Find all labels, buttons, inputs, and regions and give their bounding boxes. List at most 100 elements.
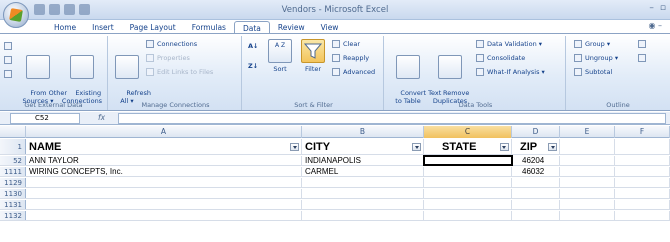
cell-name[interactable]: ANN TAYLOR (26, 156, 302, 165)
cell-city[interactable] (302, 189, 424, 198)
tab-formulas[interactable]: Formulas (184, 21, 234, 33)
cell-empty[interactable] (615, 178, 670, 187)
column-header-f[interactable]: F (615, 126, 670, 138)
header-cell-zip[interactable]: ZIP (512, 139, 560, 154)
cell-empty[interactable] (560, 189, 615, 198)
active-cell-state[interactable] (423, 155, 513, 166)
sort-za-button[interactable]: Z↓ (248, 62, 258, 70)
show-detail-icon[interactable] (638, 40, 646, 48)
cell-city[interactable] (302, 178, 424, 187)
filter-dropdown-icon[interactable] (412, 143, 421, 151)
cell-city[interactable]: CARMEL (302, 167, 424, 176)
tab-insert[interactable]: Insert (84, 21, 122, 33)
cell-empty[interactable] (560, 178, 615, 187)
hide-detail-icon[interactable] (638, 54, 646, 62)
from-access-icon[interactable] (4, 42, 12, 50)
cell-name[interactable] (26, 200, 302, 209)
group-data-tools: Convert Text to Table Remove Duplicates … (386, 36, 566, 110)
header-cell-name[interactable]: NAME (26, 139, 302, 154)
cell-name[interactable] (26, 211, 302, 220)
column-header-b[interactable]: B (302, 126, 424, 138)
cell-state[interactable] (424, 200, 512, 209)
sort-button[interactable]: A Z Sort (266, 39, 294, 73)
cell-zip[interactable]: 46032 (512, 167, 560, 176)
properties-button[interactable]: Properties (146, 54, 190, 62)
reapply-button[interactable]: Reapply (332, 54, 369, 62)
cell-zip[interactable] (512, 211, 560, 220)
cell-state[interactable] (424, 189, 512, 198)
filter-dropdown-icon[interactable] (548, 143, 557, 151)
row-header[interactable]: 1129 (0, 178, 26, 187)
cell-name[interactable] (26, 189, 302, 198)
row-header[interactable]: 1131 (0, 200, 26, 209)
row-header[interactable]: 1 (0, 139, 26, 154)
cell-city[interactable]: INDIANAPOLIS (302, 156, 424, 165)
formula-input[interactable] (118, 113, 666, 124)
cell-city[interactable] (302, 200, 424, 209)
tab-data[interactable]: Data (233, 21, 270, 33)
tab-view[interactable]: View (313, 21, 347, 33)
what-if-analysis-button[interactable]: What-If Analysis ▾ (476, 68, 545, 76)
minimize-icon[interactable]: – (649, 3, 654, 13)
clear-button[interactable]: Clear (332, 40, 360, 48)
column-header-e[interactable]: E (560, 126, 615, 138)
tab-review[interactable]: Review (270, 21, 313, 33)
from-text-icon[interactable] (4, 70, 12, 78)
cell-city[interactable] (302, 211, 424, 220)
name-box[interactable]: C52 (10, 113, 80, 124)
column-header-d[interactable]: D (512, 126, 560, 138)
group-label-data-tools: Data Tools (458, 101, 493, 109)
row-header[interactable]: 1130 (0, 189, 26, 198)
cell-empty[interactable] (615, 200, 670, 209)
filter-active-icon[interactable] (500, 143, 509, 151)
cell-empty[interactable] (560, 156, 615, 165)
cell-empty[interactable] (615, 139, 670, 154)
cell-name[interactable] (26, 178, 302, 187)
cell-empty[interactable] (560, 167, 615, 176)
row-header[interactable]: 1132 (0, 211, 26, 220)
cell-empty[interactable] (615, 189, 670, 198)
insert-function-icon[interactable]: fx (98, 113, 105, 122)
cell-state[interactable] (424, 167, 512, 176)
ungroup-button[interactable]: Ungroup ▾ (574, 54, 618, 62)
data-validation-button[interactable]: Data Validation ▾ (476, 40, 542, 48)
remove-duplicates-icon (438, 55, 462, 79)
cell-state[interactable] (424, 211, 512, 220)
cell-empty[interactable] (560, 139, 615, 154)
consolidate-button[interactable]: Consolidate (476, 54, 525, 62)
cell-zip[interactable] (512, 200, 560, 209)
row-header[interactable]: 52 (0, 156, 26, 165)
help-icon[interactable]: ◉ – (648, 21, 662, 30)
restore-icon[interactable]: ▫ (660, 3, 666, 13)
row-header[interactable]: 1111 (0, 167, 26, 176)
cell-empty[interactable] (560, 211, 615, 220)
filter-dropdown-icon[interactable] (290, 143, 299, 151)
cell-empty[interactable] (615, 211, 670, 220)
cell-empty[interactable] (560, 200, 615, 209)
group-button[interactable]: Group ▾ (574, 40, 610, 48)
office-button[interactable] (3, 2, 29, 28)
header-cell-city[interactable]: CITY (302, 139, 424, 154)
tab-home[interactable]: Home (46, 21, 84, 33)
from-web-icon[interactable] (4, 56, 12, 64)
cell-empty[interactable] (615, 156, 670, 165)
column-header-a[interactable]: A (26, 126, 302, 138)
column-headers: A B C D E F (0, 126, 670, 138)
tab-page-layout[interactable]: Page Layout (122, 21, 184, 33)
header-cell-state[interactable]: STATE (424, 139, 512, 154)
column-header-c[interactable]: C (424, 126, 512, 138)
select-all-corner[interactable] (0, 126, 26, 138)
cell-zip[interactable]: 46204 (512, 156, 560, 165)
cell-empty[interactable] (615, 167, 670, 176)
advanced-button[interactable]: Advanced (332, 68, 375, 76)
cell-name[interactable]: WIRING CONCEPTS, Inc. (26, 167, 302, 176)
cell-zip[interactable] (512, 178, 560, 187)
cell-state[interactable] (424, 178, 512, 187)
group-sort-filter: A↓ Z↓ A Z Sort Filter Clear Reapply Adva… (244, 36, 384, 110)
filter-button[interactable]: Filter (300, 39, 326, 73)
edit-links-button[interactable]: Edit Links to Files (146, 68, 213, 76)
cell-zip[interactable] (512, 189, 560, 198)
sort-az-button[interactable]: A↓ (248, 42, 258, 50)
connections-button[interactable]: Connections (146, 40, 197, 48)
subtotal-button[interactable]: Subtotal (574, 68, 612, 76)
